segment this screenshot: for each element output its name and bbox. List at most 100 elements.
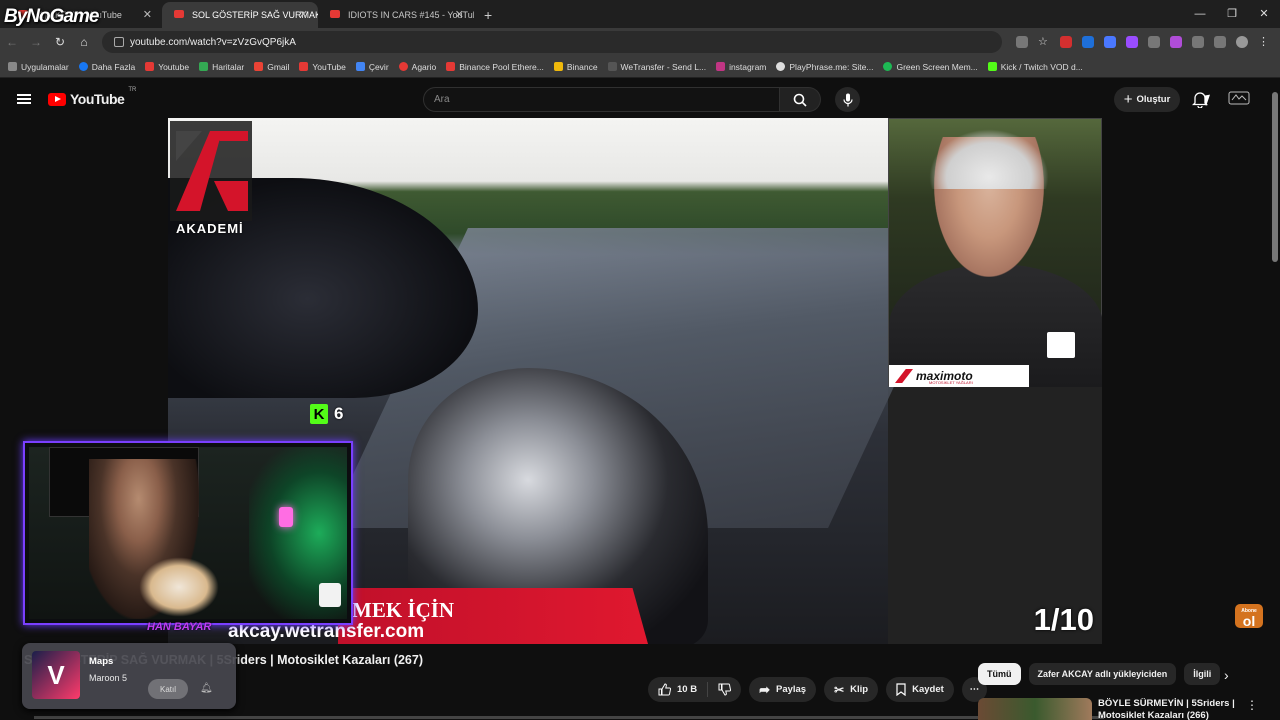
url-text: youtube.com/watch?v=zVzGvQP6jkA	[130, 36, 296, 48]
webcam-frame	[29, 447, 347, 619]
video-actions: 10 B ➦ Paylaş ✂ Klip Kaydet ⋯	[648, 677, 987, 702]
recommended-video[interactable]: BÖYLE SÜRMEYİN | 5Sriders | Motosiklet K…	[978, 698, 1278, 720]
search-button[interactable]	[780, 87, 821, 112]
extension-icon[interactable]	[1082, 36, 1094, 48]
video-progress-bar[interactable]	[34, 716, 1104, 719]
bookmark-item[interactable]: instagram	[716, 62, 766, 72]
search-input[interactable]: Ara	[423, 87, 780, 112]
close-tab-icon[interactable]: ✕	[143, 8, 152, 21]
share-label: Paylaş	[775, 684, 807, 695]
track-artist: Maroon 5	[89, 673, 128, 683]
media-control-icon[interactable]	[1214, 36, 1226, 48]
menu-dots-icon[interactable]: ⋮	[1258, 36, 1270, 48]
back-icon[interactable]: ←	[0, 35, 24, 49]
home-icon[interactable]: ⌂	[72, 35, 96, 49]
bookmark-item[interactable]: PlayPhrase.me: Site...	[776, 62, 873, 72]
bookmark-item[interactable]: Kick / Twitch VOD d...	[987, 62, 1083, 72]
chip-uploader[interactable]: Zafer AKCAY adlı yükleyiciden	[1028, 663, 1177, 685]
instagram-icon	[716, 62, 726, 71]
close-tab-icon[interactable]: ✕	[299, 8, 308, 21]
youtube-play-icon	[48, 92, 66, 106]
extension-icons: ☆ ⋮	[1016, 36, 1270, 48]
bookmark-item[interactable]: YouTube	[299, 62, 346, 72]
close-tab-icon[interactable]: ✕	[455, 8, 464, 21]
extension-icon[interactable]	[1148, 36, 1160, 48]
share-button[interactable]: ➦ Paylaş	[749, 677, 817, 702]
youtube-icon	[145, 62, 155, 71]
akcay-akademi-logo	[170, 121, 252, 221]
browser-tab[interactable]: IDIOTS IN CARS #145 - YouTub ✕	[318, 2, 474, 28]
forward-icon[interactable]: →	[24, 35, 48, 49]
search-icon	[793, 93, 807, 107]
url-field[interactable]: youtube.com/watch?v=zVzGvQP6jkA	[102, 31, 1002, 53]
bookmark-star-icon[interactable]: ☆	[1038, 36, 1050, 48]
like-dislike-group: 10 B	[648, 677, 742, 702]
extension-icon[interactable]	[1060, 36, 1072, 48]
streamer-webcam: HAN BAYAR	[23, 441, 353, 633]
reload-icon[interactable]: ↻	[48, 35, 72, 49]
sponsor-tagline: MOTOSİKLET YAĞLARI	[929, 380, 973, 385]
cast-icon[interactable]	[1016, 36, 1028, 48]
recommended-title[interactable]: BÖYLE SÜRMEYİN | 5Sriders | Motosiklet K…	[1098, 698, 1238, 720]
puzzle-icon[interactable]	[1192, 36, 1204, 48]
banner-text: MEK İÇİN	[352, 598, 455, 622]
presenter-hair	[929, 129, 1049, 189]
maximize-icon[interactable]: ❐	[1216, 0, 1248, 28]
menu-icon[interactable]	[17, 94, 31, 104]
bookmark-item[interactable]: Agario	[398, 62, 436, 72]
chip-related[interactable]: İlgili	[1184, 663, 1221, 685]
mug	[319, 583, 341, 607]
chevron-right-icon[interactable]: ›	[1224, 667, 1229, 683]
maps-icon	[199, 62, 209, 71]
create-button[interactable]: + Oluştur	[1114, 87, 1180, 112]
presenter-inset: maximoto MOTOSİKLET YAĞLARI	[888, 118, 1102, 387]
clip-button[interactable]: ✂ Klip	[824, 677, 879, 702]
bell-icon[interactable]: 🔔︎	[200, 683, 213, 694]
bookmark-item[interactable]: Daha Fazla	[78, 62, 135, 72]
site-info-icon[interactable]	[114, 37, 124, 47]
sponsor-logo-icon	[895, 369, 913, 383]
bookmark-item[interactable]: Green Screen Mem...	[883, 62, 978, 72]
bookmark-item[interactable]: Binance Pool Ethere...	[446, 62, 544, 72]
browser-tab-active[interactable]: SOL GÖSTERİP SAĞ VURMAK | ✕	[162, 2, 318, 28]
bookmark-item[interactable]: Gmail	[254, 62, 289, 72]
kick-icon: K	[310, 404, 328, 424]
voice-search-button[interactable]	[835, 87, 860, 112]
join-button[interactable]: Katıl	[148, 679, 188, 699]
recommended-thumbnail[interactable]	[978, 698, 1092, 720]
dislike-button[interactable]	[708, 683, 741, 696]
gmail-icon	[254, 62, 264, 71]
agario-icon	[398, 62, 408, 71]
bookmark-item[interactable]: Binance	[553, 62, 598, 72]
youtube-wordmark: YouTube	[70, 91, 125, 107]
bookmark-item[interactable]: Haritalar	[199, 62, 244, 72]
pink-lamp	[279, 507, 293, 527]
extension-icon[interactable]	[1126, 36, 1138, 48]
extension-icon[interactable]	[1170, 36, 1182, 48]
extension-icon[interactable]	[1104, 36, 1116, 48]
green-screen-icon	[883, 62, 893, 71]
new-tab-button[interactable]: +	[484, 2, 492, 28]
page-scrollbar[interactable]	[1272, 92, 1278, 262]
bookmarks-bar: Uygulamalar Daha Fazla Youtube Haritalar…	[0, 56, 1280, 78]
bookmark-item[interactable]: Uygulamalar	[8, 62, 69, 72]
like-button[interactable]: 10 B	[648, 682, 709, 697]
youtube-favicon-icon	[330, 10, 340, 18]
chip-all[interactable]: Tümü	[978, 663, 1021, 685]
channel-avatar-icon[interactable]	[1228, 90, 1250, 108]
bookmark-item[interactable]: Çevir	[355, 62, 389, 72]
youtube-logo[interactable]: YouTube TR	[48, 87, 136, 107]
clip-label: Klip	[850, 684, 869, 695]
minimize-icon[interactable]: —	[1184, 0, 1216, 28]
save-button[interactable]: Kaydet	[886, 677, 954, 702]
subscribe-watermark[interactable]: Abone ol	[1235, 604, 1263, 628]
kick-count: 6	[334, 404, 344, 423]
profile-avatar-icon[interactable]	[1236, 36, 1248, 48]
sponsor-logo: maximoto MOTOSİKLET YAĞLARI	[889, 365, 1029, 387]
bookmark-item[interactable]: WeTransfer - Send L...	[607, 62, 706, 72]
close-window-icon[interactable]: ✕	[1248, 0, 1280, 28]
akademi-label: AKADEMİ	[176, 221, 244, 236]
kebab-menu-icon[interactable]: ⋮	[1246, 698, 1258, 720]
bookmark-item[interactable]: Youtube	[145, 62, 189, 72]
shirt-logo-icon	[1047, 332, 1075, 358]
